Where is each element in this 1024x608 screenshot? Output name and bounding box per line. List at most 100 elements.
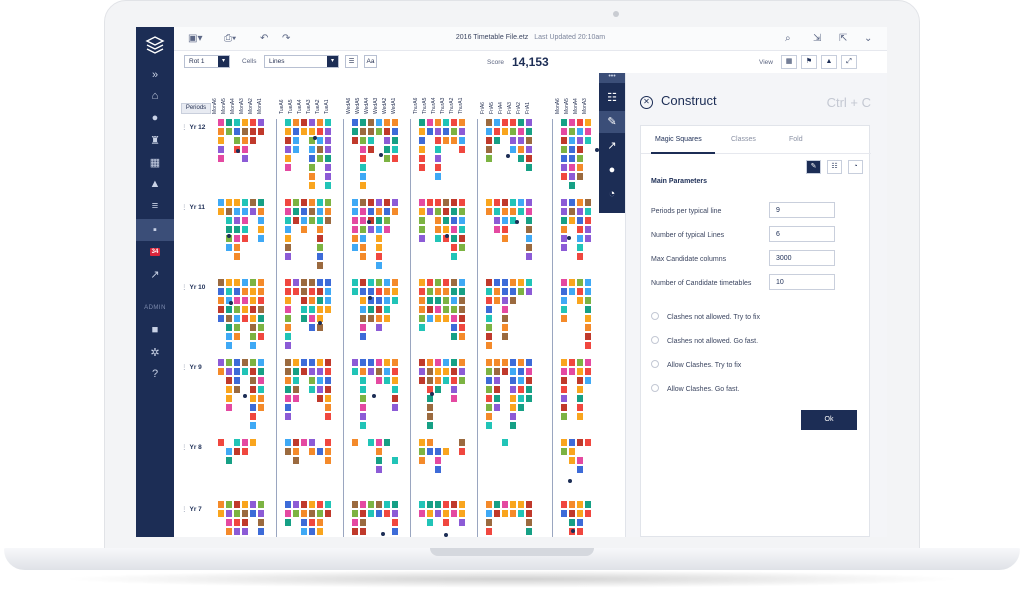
timetable-cell[interactable] [309, 359, 315, 366]
timetable-cell[interactable] [577, 217, 583, 224]
timetable-cell[interactable] [368, 137, 374, 144]
timetable-cell[interactable] [317, 262, 323, 269]
timetable-cell[interactable] [309, 199, 315, 206]
timetable-cell[interactable] [561, 501, 567, 508]
timetable-cell[interactable] [218, 128, 224, 135]
timetable-cell[interactable] [451, 306, 457, 313]
timetable-cell[interactable] [494, 279, 500, 286]
timetable-cell[interactable] [250, 199, 256, 206]
timetable-cell[interactable] [352, 528, 358, 535]
timetable-cell[interactable] [392, 137, 398, 144]
timetable-cell[interactable] [459, 306, 465, 313]
timetable-cell[interactable] [368, 306, 374, 313]
timetable-cell[interactable] [309, 128, 315, 135]
timetable-cell[interactable] [459, 377, 465, 384]
timetable-cell[interactable] [234, 226, 240, 233]
timetable-cell[interactable] [569, 164, 575, 171]
timetable-cell[interactable] [293, 377, 299, 384]
timetable-cell[interactable] [510, 395, 516, 402]
timetable-cell[interactable] [226, 377, 232, 384]
list-view-button[interactable]: ☰ [345, 55, 358, 68]
timetable-cell[interactable] [226, 226, 232, 233]
timetable-cell[interactable] [301, 528, 307, 535]
timetable-cell[interactable] [250, 315, 256, 322]
graduation-icon[interactable]: ▲ [136, 173, 174, 195]
timetable-cell[interactable] [435, 173, 441, 180]
timetable-cell[interactable] [486, 422, 492, 429]
timetable-cell[interactable] [561, 359, 567, 366]
timetable-cell[interactable] [218, 146, 224, 153]
timetable-cell[interactable] [226, 244, 232, 251]
timetable-cell[interactable] [285, 404, 291, 411]
timetable-cell[interactable] [451, 279, 457, 286]
timetable-cell[interactable] [419, 439, 425, 446]
timetable-cell[interactable] [285, 386, 291, 393]
timetable-cell[interactable] [258, 297, 264, 304]
timetable-cell[interactable] [451, 368, 457, 375]
timetable-cell[interactable] [285, 359, 291, 366]
timetable-cell[interactable] [317, 297, 323, 304]
timetable-cell[interactable] [301, 368, 307, 375]
timetable-cell[interactable] [526, 368, 532, 375]
timetable-cell[interactable] [392, 501, 398, 508]
timetable-cell[interactable] [226, 528, 232, 535]
timetable-cell[interactable] [486, 359, 492, 366]
timetable-cell[interactable] [518, 377, 524, 384]
timetable-cell[interactable] [352, 244, 358, 251]
timetable-cell[interactable] [419, 377, 425, 384]
timetable-cell[interactable] [569, 137, 575, 144]
timetable-cell[interactable] [309, 315, 315, 322]
timetable-cell[interactable] [376, 359, 382, 366]
timetable-cell[interactable] [427, 297, 433, 304]
timetable-cell[interactable] [459, 368, 465, 375]
timetable-cell[interactable] [309, 306, 315, 313]
timetable-cell[interactable] [451, 333, 457, 340]
timetable-cell[interactable] [258, 226, 264, 233]
timetable-cell[interactable] [486, 119, 492, 126]
timetable-cell[interactable] [234, 519, 240, 526]
timetable-cell[interactable] [242, 519, 248, 526]
timetable-cell[interactable] [518, 128, 524, 135]
trend-icon[interactable]: ↗ [136, 263, 174, 285]
timetable-cell[interactable] [360, 377, 366, 384]
timetable-cell[interactable] [242, 359, 248, 366]
timetable-cell[interactable] [226, 208, 232, 215]
timetable-cell[interactable] [250, 297, 256, 304]
timetable-cell[interactable] [569, 128, 575, 135]
timetable-cell[interactable] [384, 217, 390, 224]
timetable-cell[interactable] [258, 199, 264, 206]
timetable-cell[interactable] [443, 368, 449, 375]
timetable-cell[interactable] [376, 226, 382, 233]
timetable-cell[interactable] [427, 279, 433, 286]
timetable-cell[interactable] [569, 173, 575, 180]
timetable-cell[interactable] [242, 119, 248, 126]
timetable-cell[interactable] [234, 510, 240, 517]
timetable-cell[interactable] [317, 519, 323, 526]
timetable-cell[interactable] [285, 164, 291, 171]
timetable-cell[interactable] [435, 137, 441, 144]
timetable-cell[interactable] [494, 404, 500, 411]
timetable-cell[interactable] [486, 155, 492, 162]
timetable-cell[interactable] [226, 342, 232, 349]
timetable-cell[interactable] [577, 164, 583, 171]
timetable-cell[interactable] [577, 386, 583, 393]
timetable-cell[interactable] [561, 395, 567, 402]
timetable-cell[interactable] [325, 448, 331, 455]
timetable-cell[interactable] [360, 288, 366, 295]
timetable-cell[interactable] [459, 226, 465, 233]
timetable-cell[interactable] [561, 386, 567, 393]
timetable-cell[interactable] [242, 235, 248, 242]
timetable-cell[interactable] [226, 510, 232, 517]
timetable-cell[interactable] [459, 315, 465, 322]
timetable-cell[interactable] [577, 128, 583, 135]
timetable-cell[interactable] [325, 457, 331, 464]
timetable-cell[interactable] [459, 208, 465, 215]
timetable-cell[interactable] [518, 137, 524, 144]
timetable-cell[interactable] [250, 377, 256, 384]
timetable-cell[interactable] [502, 217, 508, 224]
timetable-cell[interactable] [577, 199, 583, 206]
timetable-cell[interactable] [258, 359, 264, 366]
timetable-cell[interactable] [301, 217, 307, 224]
help-icon[interactable]: ? [136, 363, 174, 385]
timetable-cell[interactable] [250, 119, 256, 126]
